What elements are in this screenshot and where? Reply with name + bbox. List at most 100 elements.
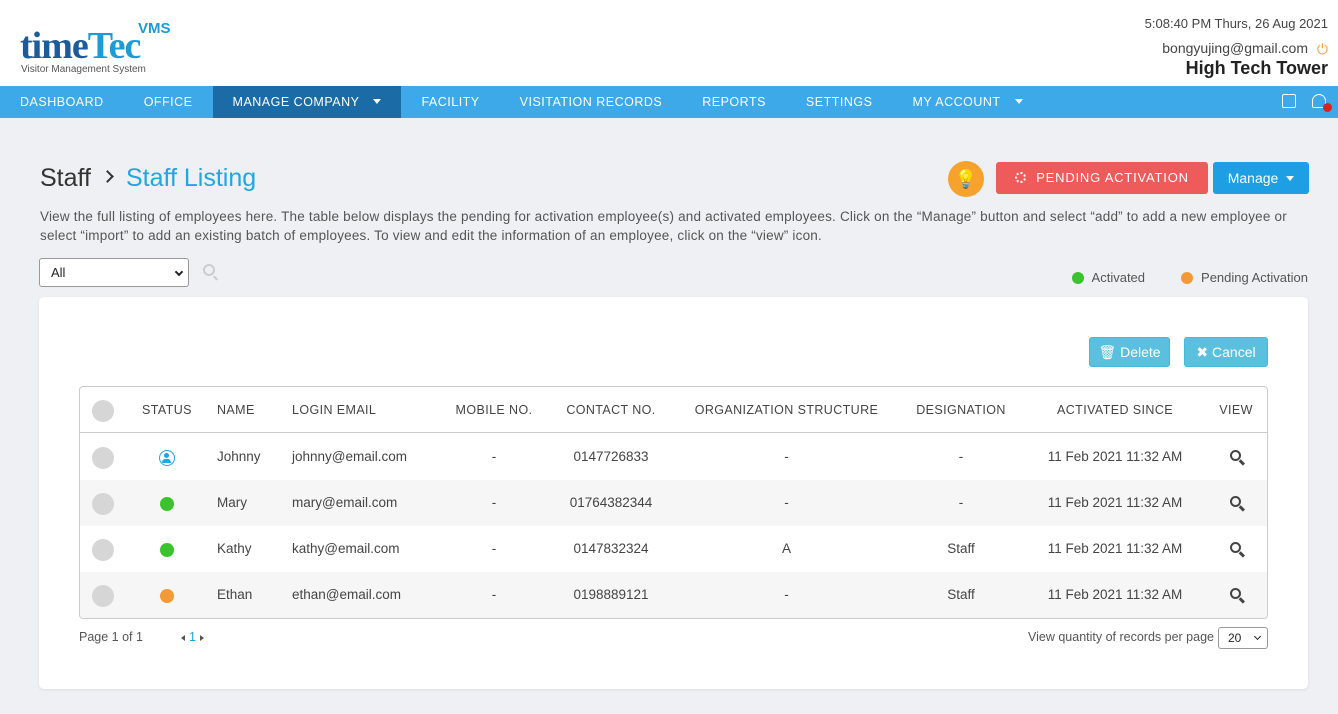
cell-contact: 0147832324 — [573, 541, 649, 556]
table-row[interactable]: Ethan ethan@email.com - 0198889121 - Sta… — [80, 572, 1267, 618]
chevron-down-icon — [174, 267, 184, 277]
view-search-icon[interactable] — [1230, 496, 1241, 507]
manage-dropdown-button[interactable]: Manage — [1213, 162, 1309, 194]
cell-email: kathy@email.com — [292, 541, 400, 556]
column-header-org-structure: ORGANIZATION STRUCTURE — [694, 403, 879, 417]
header-user-info: 5:08:40 PM Thurs, 26 Aug 2021 bongyujing… — [1145, 16, 1328, 79]
notification-bell-icon[interactable] — [1312, 94, 1332, 112]
select-all-checkbox[interactable] — [92, 400, 114, 422]
logo-vms: VMS — [138, 20, 171, 37]
cell-designation: - — [958, 495, 964, 510]
pending-dot-icon — [1181, 271, 1194, 284]
table-header-row: STATUS NAME LOGIN EMAIL MOBILE NO. CONTA… — [80, 387, 1267, 433]
chevron-right-icon — [101, 170, 114, 183]
nav-manage-company[interactable]: MANAGE COMPANY — [212, 86, 402, 118]
column-header-contact: CONTACT NO. — [566, 403, 656, 417]
view-search-icon[interactable] — [1230, 542, 1241, 553]
cell-mobile: - — [491, 587, 497, 602]
cell-contact: 01764382344 — [569, 495, 653, 510]
cell-mobile: - — [491, 449, 497, 464]
cell-mobile: - — [491, 541, 497, 556]
cell-designation: Staff — [947, 587, 975, 602]
cell-activated-since: 11 Feb 2021 11:32 AM — [1047, 541, 1183, 556]
column-header-activated-since: ACTIVATED SINCE — [1057, 403, 1173, 417]
column-header-view: VIEW — [1219, 403, 1253, 417]
staff-table: STATUS NAME LOGIN EMAIL MOBILE NO. CONTA… — [79, 386, 1268, 619]
lightbulb-tips-icon[interactable]: 💡 — [948, 161, 984, 197]
chevron-down-icon — [1286, 176, 1295, 181]
page-info: Page 1 of 1 — [79, 630, 143, 644]
table-row[interactable]: Mary mary@email.com - 01764382344 - - 11… — [80, 480, 1267, 526]
table-row[interactable]: Johnny johnny@email.com - 0147726833 - -… — [80, 434, 1267, 480]
cell-email: johnny@email.com — [292, 449, 408, 464]
activated-status-dot-icon — [160, 497, 174, 511]
page-title: Staff Listing — [125, 164, 257, 192]
column-header-login-email: LOGIN EMAIL — [292, 403, 377, 417]
cell-contact: 0147726833 — [573, 449, 649, 464]
column-header-designation: DESIGNATION — [916, 403, 1006, 417]
row-checkbox[interactable] — [92, 585, 114, 607]
page-description: View the full listing of employees here.… — [40, 209, 1287, 243]
chevron-down-icon — [1253, 632, 1262, 641]
nav-dashboard[interactable]: DASHBOARD — [0, 86, 124, 118]
per-page-label: View quantity of records per page — [1028, 630, 1214, 644]
status-legend: Activated Pending Activation — [1071, 270, 1308, 285]
breadcrumb: Staff Staff Listing — [40, 164, 256, 193]
chevron-down-icon — [373, 99, 382, 104]
profile-card-icon[interactable] — [1282, 94, 1296, 108]
nav-visitation-records[interactable]: VISITATION RECORDS — [500, 86, 683, 118]
cell-name: Johnny — [217, 449, 261, 464]
pending-activation-button[interactable]: PENDING ACTIVATION — [996, 162, 1208, 194]
column-header-mobile: MOBILE NO. — [455, 403, 533, 417]
header-user-email: bongyujing@gmail.com — [1162, 40, 1308, 56]
nav-settings[interactable]: SETTINGS — [786, 86, 893, 118]
nav-my-account[interactable]: MY ACCOUNT — [892, 86, 1042, 118]
logo-tagline: Visitor Management System — [21, 64, 146, 75]
breadcrumb-parent[interactable]: Staff — [40, 164, 91, 192]
delete-button[interactable]: 🗑 Delete — [1089, 337, 1170, 367]
view-search-icon[interactable] — [1230, 450, 1241, 461]
search-icon[interactable] — [203, 264, 215, 276]
app-header: timeTec VMS Visitor Management System 5:… — [0, 0, 1338, 86]
cell-name: Mary — [217, 495, 247, 510]
cancel-button[interactable]: ✖ Cancel — [1184, 337, 1268, 367]
cell-org-structure: - — [784, 495, 789, 510]
cell-mobile: - — [491, 495, 497, 510]
spinner-icon — [1015, 172, 1027, 183]
activated-dot-icon — [1071, 271, 1084, 284]
nav-office[interactable]: OFFICE — [124, 86, 213, 118]
view-search-icon[interactable] — [1230, 588, 1241, 599]
pending-status-dot-icon — [160, 589, 174, 603]
row-checkbox[interactable] — [92, 447, 114, 469]
power-icon[interactable]: ⏻ — [1314, 41, 1328, 57]
header-company-name: High Tech Tower — [1185, 58, 1328, 78]
nav-reports[interactable]: REPORTS — [682, 86, 786, 118]
page-number-link[interactable]: 1 — [189, 630, 196, 644]
activated-status-dot-icon — [160, 543, 174, 557]
legend-activated-label: Activated — [1091, 270, 1146, 285]
next-page-icon[interactable] — [199, 635, 204, 641]
cell-org-structure: - — [784, 587, 789, 602]
status-filter-select[interactable]: All — [39, 258, 189, 287]
cell-email: ethan@email.com — [292, 587, 402, 602]
logo-word-time: time — [20, 25, 89, 67]
legend-pending-label: Pending Activation — [1201, 270, 1308, 285]
per-page-select[interactable]: 20 — [1218, 627, 1268, 649]
cell-activated-since: 11 Feb 2021 11:32 AM — [1047, 449, 1183, 464]
prev-page-icon[interactable] — [181, 635, 185, 641]
nav-facility[interactable]: FACILITY — [401, 86, 499, 118]
cell-name: Ethan — [217, 587, 253, 602]
timetec-vms-logo[interactable]: timeTec VMS Visitor Management System — [20, 16, 180, 78]
user-status-icon — [159, 450, 175, 466]
row-checkbox[interactable] — [92, 539, 114, 561]
cell-activated-since: 11 Feb 2021 11:32 AM — [1047, 495, 1183, 510]
row-checkbox[interactable] — [92, 493, 114, 515]
chevron-down-icon — [1014, 99, 1023, 104]
cell-name: Kathy — [217, 541, 252, 556]
column-header-name: NAME — [217, 403, 255, 417]
cell-email: mary@email.com — [292, 495, 398, 510]
cell-designation: Staff — [947, 541, 975, 556]
cell-org-structure: A — [781, 541, 791, 556]
table-row[interactable]: Kathy kathy@email.com - 0147832324 A Sta… — [80, 526, 1267, 572]
staff-listing-card: 🗑 Delete ✖ Cancel STATUS NAME LOGIN EMAI… — [39, 297, 1308, 689]
